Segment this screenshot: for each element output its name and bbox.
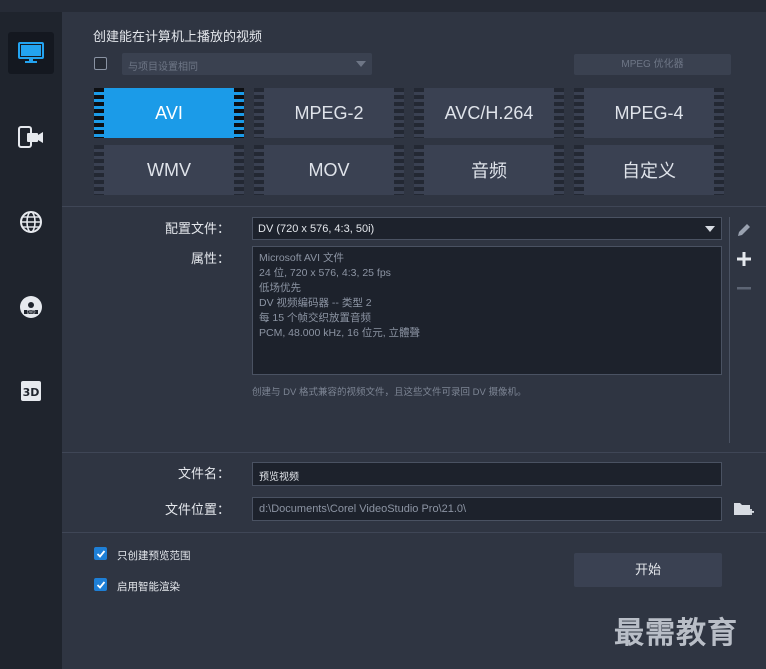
format-button-mov[interactable]: MOV	[254, 145, 404, 195]
format-button-avi[interactable]: AVI	[94, 88, 244, 138]
location-input[interactable]: d:\Documents\Corel VideoStudio Pro\21.0\	[252, 497, 722, 521]
watermark: 最需教育	[614, 617, 738, 650]
format-label: MPEG-2	[294, 102, 364, 123]
preview-only-label: 只创建预览范围	[117, 550, 191, 562]
format-button-mpeg4[interactable]: MPEG-4	[574, 88, 724, 138]
format-label: 自定义	[622, 161, 676, 181]
location-label: 文件位置：	[164, 502, 230, 517]
properties-box: Microsoft AVI 文件 24 位, 720 x 576, 4:3, 2…	[252, 246, 722, 375]
property-line: DV 视频编码器 -- 类型 2	[259, 297, 372, 309]
mpeg-optimizer-button[interactable]: MPEG 优化器	[574, 54, 731, 75]
property-line: 24 位, 720 x 576, 4:3, 25 fps	[259, 267, 391, 279]
sidebar-item-disc[interactable]: DVD	[8, 286, 54, 328]
sidebar-item-web[interactable]	[8, 201, 54, 243]
monitor-icon	[18, 42, 44, 64]
filename-label: 文件名：	[177, 466, 230, 481]
share-panel: DVD 3D 创建能在计算机上播放的视频 与项目设置相同 MPEG 优化器 AV…	[0, 0, 766, 669]
svg-text:3D: 3D	[23, 386, 40, 399]
project-settings-checkbox[interactable]	[94, 57, 107, 70]
property-line: 低场优先	[259, 282, 301, 294]
format-label: 音频	[471, 161, 507, 181]
format-button-audio[interactable]: 音频	[414, 145, 564, 195]
format-button-wmv[interactable]: WMV	[94, 145, 244, 195]
format-label: MOV	[308, 159, 350, 180]
3d-icon: 3D	[19, 379, 43, 403]
check-icon	[96, 580, 105, 589]
divider	[62, 452, 766, 453]
format-button-avc[interactable]: AVC/H.264	[414, 88, 564, 138]
format-description: 创建与 DV 格式兼容的视频文件，且这些文件可录回 DV 摄像机。	[252, 387, 527, 398]
sidebar: DVD 3D	[0, 12, 62, 669]
start-button[interactable]: 开始	[574, 553, 722, 587]
format-button-mpeg2[interactable]: MPEG-2	[254, 88, 404, 138]
project-settings-dropdown[interactable]: 与项目设置相同	[122, 53, 372, 75]
profile-label: 配置文件：	[164, 221, 230, 236]
format-button-custom[interactable]: 自定义	[574, 145, 724, 195]
svg-text:DVD: DVD	[27, 310, 36, 315]
chevron-down-icon	[356, 61, 366, 67]
divider	[62, 206, 766, 207]
remove-profile-icon[interactable]	[734, 278, 754, 298]
divider	[62, 532, 766, 533]
properties-label: 属性：	[190, 251, 230, 266]
edit-profile-icon[interactable]	[734, 220, 754, 240]
format-label: AVI	[155, 102, 183, 123]
main-panel: 创建能在计算机上播放的视频 与项目设置相同 MPEG 优化器 AVI MPEG-…	[62, 12, 766, 669]
add-profile-icon[interactable]	[734, 249, 754, 269]
dvd-disc-icon: DVD	[19, 295, 43, 319]
property-line: 每 15 个帧交织放置音频	[259, 312, 372, 324]
top-strip	[0, 0, 766, 12]
project-settings-dropdown-label: 与项目设置相同	[128, 62, 198, 73]
filename-input[interactable]: 预览视频	[252, 462, 722, 486]
format-label: MPEG-4	[614, 102, 684, 123]
sidebar-item-device[interactable]	[8, 116, 54, 158]
mobile-camera-icon	[17, 125, 45, 149]
smart-render-label: 启用智能渲染	[117, 581, 180, 593]
profile-dropdown[interactable]: DV (720 x 576, 4:3, 50i)	[252, 217, 722, 240]
globe-icon	[19, 210, 43, 234]
check-icon	[96, 549, 105, 558]
profile-value: DV (720 x 576, 4:3, 50i)	[258, 223, 375, 235]
property-line: PCM, 48.000 kHz, 16 位元, 立體聲	[259, 327, 421, 339]
format-label: AVC/H.264	[444, 102, 534, 123]
preview-only-checkbox[interactable]	[94, 547, 107, 560]
format-label: WMV	[147, 159, 191, 180]
page-title: 创建能在计算机上播放的视频	[93, 29, 263, 44]
property-line: Microsoft AVI 文件	[259, 252, 344, 264]
chevron-down-icon	[705, 226, 715, 232]
smart-render-checkbox[interactable]	[94, 578, 107, 591]
sidebar-item-computer[interactable]	[8, 32, 54, 74]
tool-divider	[729, 217, 730, 443]
sidebar-item-3d[interactable]: 3D	[8, 370, 54, 412]
browse-folder-icon[interactable]	[732, 499, 756, 519]
